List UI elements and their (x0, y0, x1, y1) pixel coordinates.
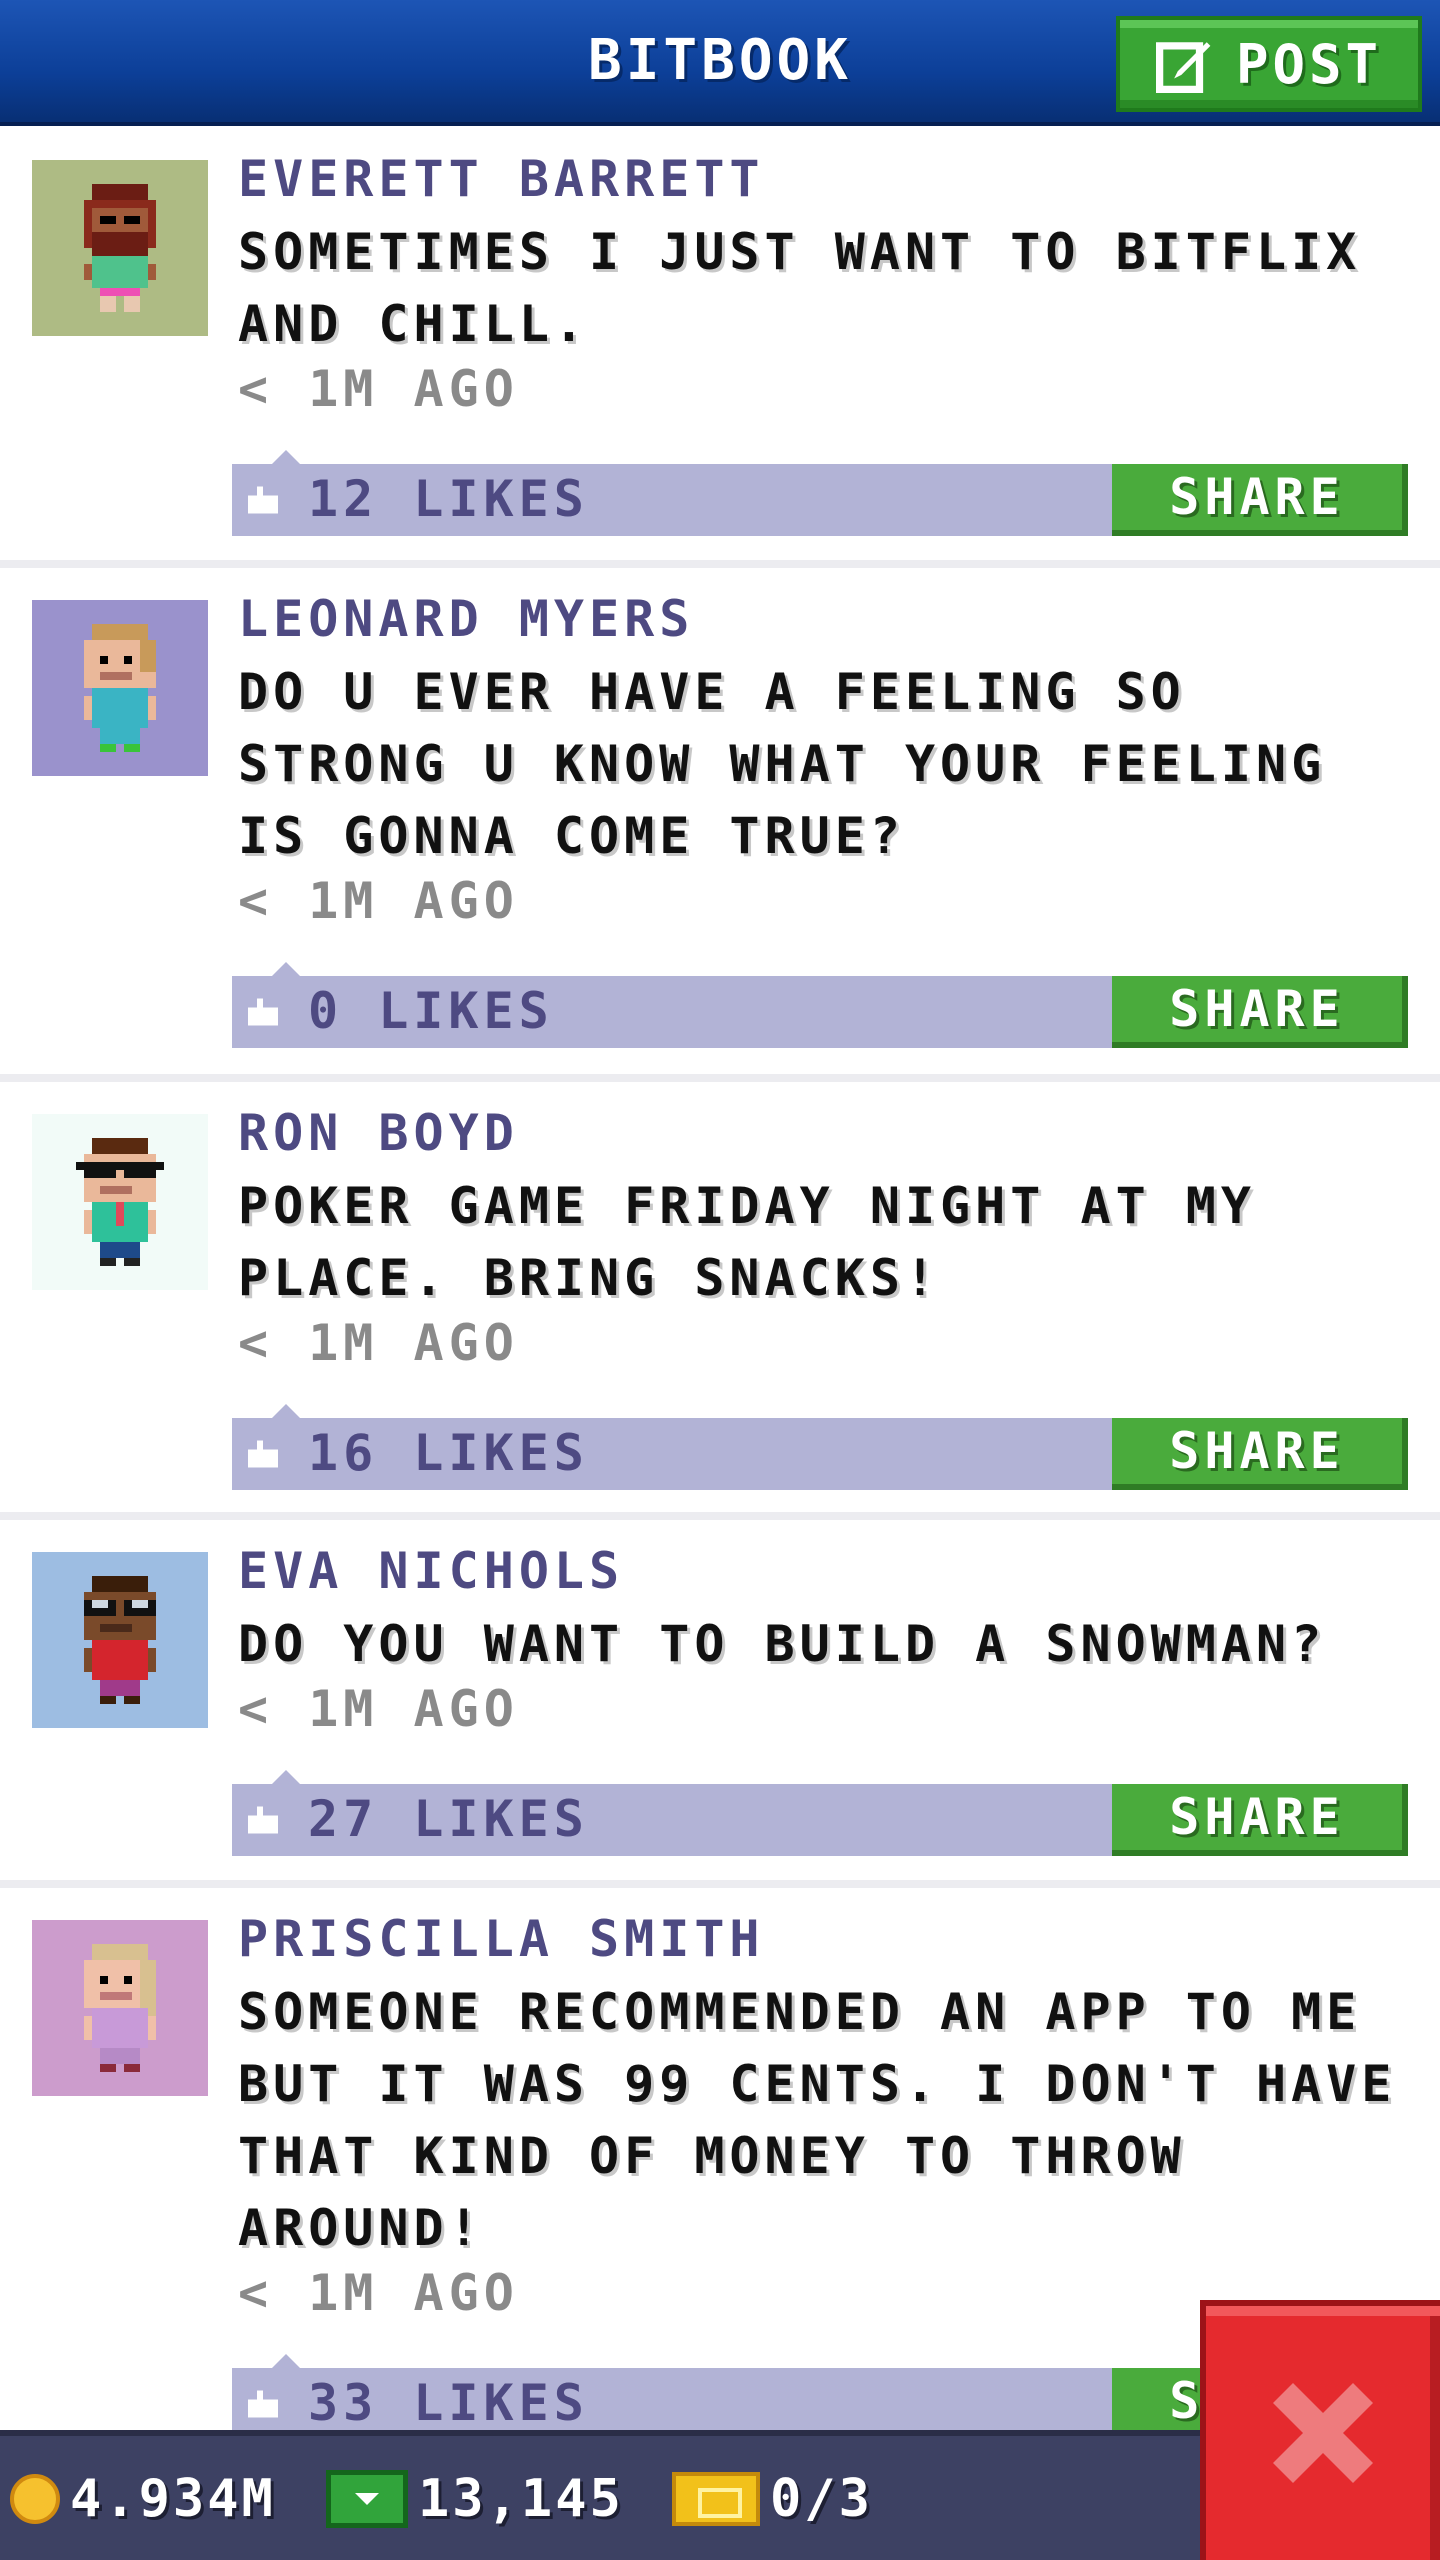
thumbs-up-icon[interactable] (248, 486, 278, 514)
likes-count: 12 LIKES (308, 470, 589, 528)
post-author: EVERETT BARRETT (238, 150, 765, 208)
post-message: SOMETIMES I JUST WANT TO BITFLIX AND CHI… (238, 223, 1362, 353)
close-icon (1273, 2383, 1373, 2483)
share-button[interactable]: SHARE (1112, 976, 1408, 1048)
avatar[interactable] (32, 1920, 208, 2096)
post-timestamp: < 1M AGO (238, 1680, 519, 1738)
post-author: LEONARD MYERS (238, 590, 695, 648)
like-bar: 12 LIKES SHARE (232, 450, 1408, 536)
post-message: POKER GAME FRIDAY NIGHT AT MY PLACE. BRI… (238, 1177, 1256, 1307)
feed-post: RON BOYD POKER GAME FRIDAY NIGHT AT MY P… (0, 1084, 1440, 1520)
post-button[interactable]: POST (1116, 16, 1422, 112)
post-timestamp: < 1M AGO (238, 872, 519, 930)
like-bar-notch (272, 1404, 300, 1418)
like-bar-notch (272, 962, 300, 976)
tickets-stat: 0/3 (672, 2464, 873, 2534)
character-sprite (76, 1138, 164, 1266)
like-bar-notch (272, 450, 300, 464)
ticket-icon (672, 2472, 760, 2526)
like-bar: 27 LIKES SHARE (232, 1770, 1408, 1856)
coins-stat: 4.934M (10, 2464, 276, 2534)
thumbs-up-icon[interactable] (248, 1440, 278, 1468)
avatar[interactable] (32, 1552, 208, 1728)
thumbs-up-icon[interactable] (248, 1806, 278, 1834)
cash-stat: 13,145 (326, 2464, 624, 2534)
edit-icon (1155, 42, 1211, 93)
post-author: EVA NICHOLS (238, 1542, 625, 1600)
feed-post: LEONARD MYERS DO U EVER HAVE A FEELING S… (0, 570, 1440, 1082)
post-author: PRISCILLA SMITH (238, 1910, 765, 1968)
like-bar: 0 LIKES SHARE (232, 962, 1408, 1048)
post-timestamp: < 1M AGO (238, 360, 519, 418)
likes-count: 33 LIKES (308, 2374, 589, 2432)
post-message: DO YOU WANT TO BUILD A SNOWMAN? (238, 1615, 1327, 1673)
avatar[interactable] (32, 1114, 208, 1290)
character-sprite (84, 624, 156, 752)
share-button[interactable]: SHARE (1112, 464, 1408, 536)
post-timestamp: < 1M AGO (238, 1314, 519, 1372)
post-author: RON BOYD (238, 1104, 519, 1162)
likes-count: 0 LIKES (308, 982, 554, 1040)
cash-icon (326, 2470, 408, 2528)
thumbs-up-icon[interactable] (248, 2390, 278, 2418)
likes-count: 16 LIKES (308, 1424, 589, 1482)
post-message: DO U EVER HAVE A FEELING SO STRONG U KNO… (238, 663, 1327, 865)
character-sprite (84, 1576, 156, 1704)
coins-value: 4.934M (70, 2469, 276, 2529)
character-sprite (84, 1944, 156, 2072)
character-sprite (84, 184, 156, 312)
feed-post: EVA NICHOLS DO YOU WANT TO BUILD A SNOWM… (0, 1522, 1440, 1888)
like-bar-notch (272, 1770, 300, 1784)
post-timestamp: < 1M AGO (238, 2264, 519, 2322)
avatar[interactable] (32, 160, 208, 336)
feed-post: EVERETT BARRETT SOMETIMES I JUST WANT TO… (0, 130, 1440, 568)
share-button[interactable]: SHARE (1112, 1784, 1408, 1856)
tickets-value: 0/3 (770, 2469, 873, 2529)
cash-value: 13,145 (418, 2469, 624, 2529)
close-button[interactable] (1200, 2300, 1440, 2560)
coin-icon (10, 2474, 60, 2524)
share-button[interactable]: SHARE (1112, 1418, 1408, 1490)
like-bar-notch (272, 2354, 300, 2368)
app-header: BITBOOK POST (0, 0, 1440, 126)
avatar[interactable] (32, 600, 208, 776)
post-message: SOMEONE RECOMMENDED AN APP TO ME BUT IT … (238, 1983, 1397, 2257)
like-bar: 16 LIKES SHARE (232, 1404, 1408, 1490)
post-button-label: POST (1235, 32, 1383, 96)
thumbs-up-icon[interactable] (248, 998, 278, 1026)
likes-count: 27 LIKES (308, 1790, 589, 1848)
